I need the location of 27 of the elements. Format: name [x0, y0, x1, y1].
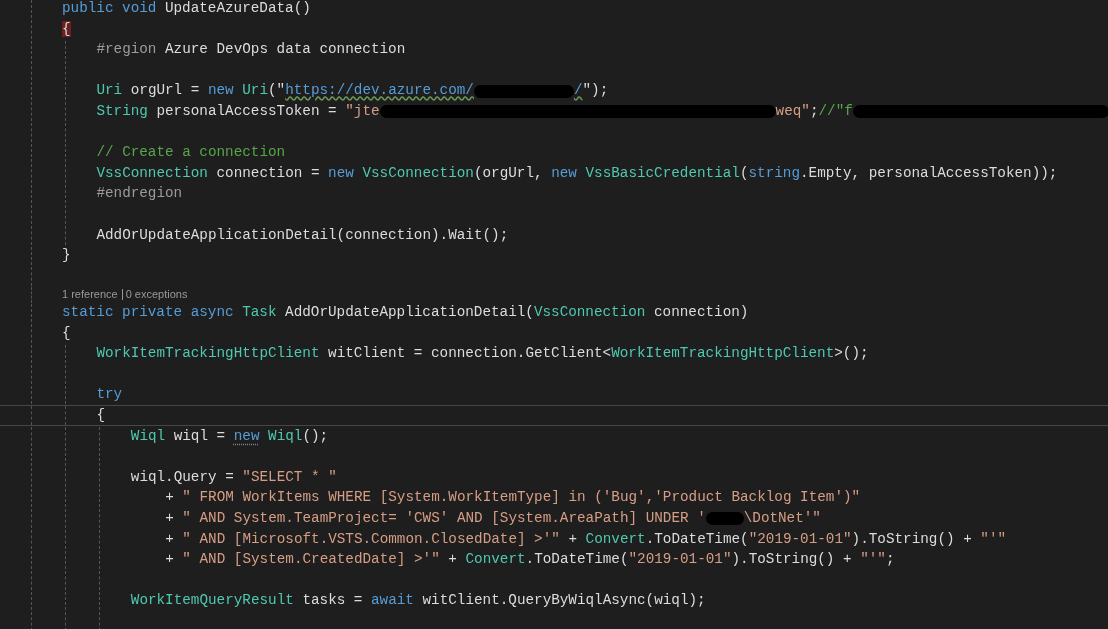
code-line: WorkItemQueryResult tasks = await witClient.QueryByWiqlAsync(wiql); — [130, 591, 706, 611]
code-line: VssConnection connection = new VssConnection(orgUrl, new VssBasicCredential(string.Empty, personalAccessToken)); — [96, 163, 1058, 183]
code-line: Wiql wiql = new Wiql(); — [130, 426, 329, 446]
code-line: weq";//"f — [775, 102, 853, 122]
redaction-mark — [705, 512, 744, 526]
code-line: // Create a connection — [96, 143, 286, 163]
code-line: + " FROM WorkItems WHERE [System.WorkItemType] in ('Bug','Product Backlog Item')" — [165, 488, 861, 508]
code-line: String personalAccessToken = "jte — [96, 102, 380, 122]
code-line: #endregion — [96, 184, 183, 204]
code-line: static private async Task AddOrUpdateApplicationDetail(VssConnection connection) — [62, 303, 749, 323]
codelens-link[interactable]: 0 exceptions — [125, 288, 188, 301]
code-line: + " AND [System.CreatedDate] >'" + Convert.ToDateTime("2019-01-01").ToString() + "'"; — [165, 550, 895, 570]
code-line: + " AND [Microsoft.VSTS.Common.ClosedDate] >'" + Convert.ToDateTime("2019-01-01").ToString() + "'" — [165, 529, 1007, 549]
codelens-link[interactable]: 1 reference — [62, 288, 118, 301]
code-line: { — [62, 323, 71, 343]
code-line: \DotNet'" — [743, 509, 821, 528]
code-line: wiql.Query = "SELECT * " — [130, 467, 337, 487]
code-line: AddOrUpdateApplicationDetail(connection).Wait(); — [96, 225, 509, 245]
code-line: /"); — [573, 81, 609, 101]
code-line: #region Azure DevOps data connection — [96, 40, 406, 60]
code-line: { — [96, 406, 105, 426]
code-line: + " AND System.TeamProject= 'CWS' AND [System.AreaPath] UNDER ' — [165, 509, 706, 528]
code-line: public void UpdateAzureData() — [62, 0, 311, 19]
code-line: } — [62, 246, 71, 266]
code-line: try — [96, 385, 123, 405]
code-line: WorkItemTrackingHttpClient witClient = connection.GetClient<WorkItemTrackingHttpClient>(); — [96, 344, 869, 364]
code-line: Uri orgUrl = new Uri("https://dev.azure.com/ — [96, 81, 474, 101]
